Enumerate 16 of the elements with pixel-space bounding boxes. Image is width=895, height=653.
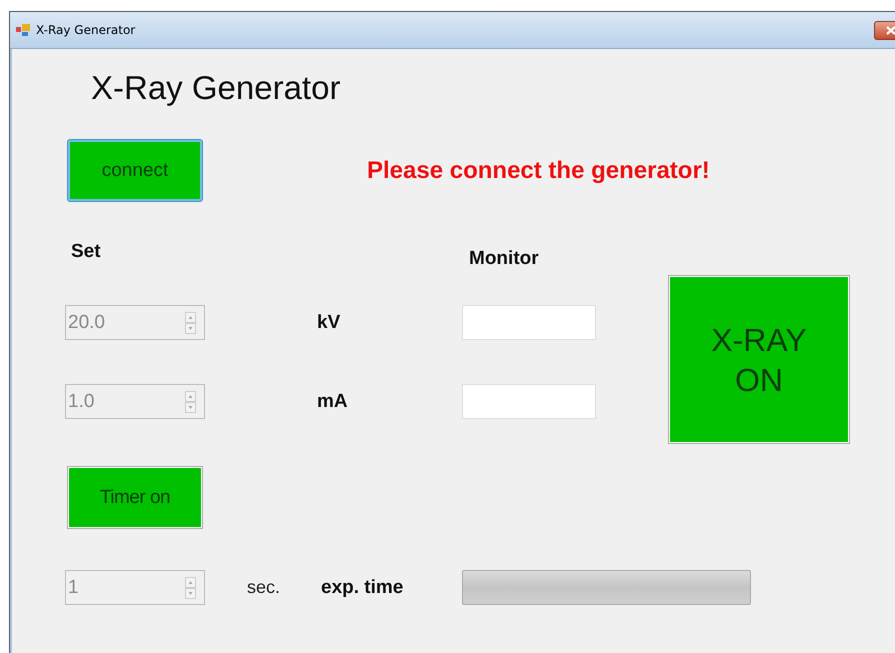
app-heading: X-Ray Generator (90, 69, 342, 108)
set-label: Set (70, 241, 102, 263)
close-icon (886, 26, 895, 34)
xray-on-button[interactable]: X-RAY ON (669, 276, 849, 443)
app-icon (16, 24, 30, 36)
unit-label: sec. (246, 577, 282, 598)
unit-label: kV (317, 312, 342, 334)
monitor-field[interactable] (462, 305, 596, 340)
connect-button[interactable]: connect (68, 140, 202, 201)
unit-label: mA (317, 390, 349, 412)
monitor-field[interactable] (462, 384, 596, 419)
exposure-time-label: exp. time (320, 576, 404, 598)
timer-button[interactable]: Timer on (68, 467, 202, 528)
monitor-label: Monitor (468, 248, 540, 270)
status-message: Please connect the generator! (366, 156, 711, 184)
window-title: X-Ray Generator (36, 23, 136, 37)
